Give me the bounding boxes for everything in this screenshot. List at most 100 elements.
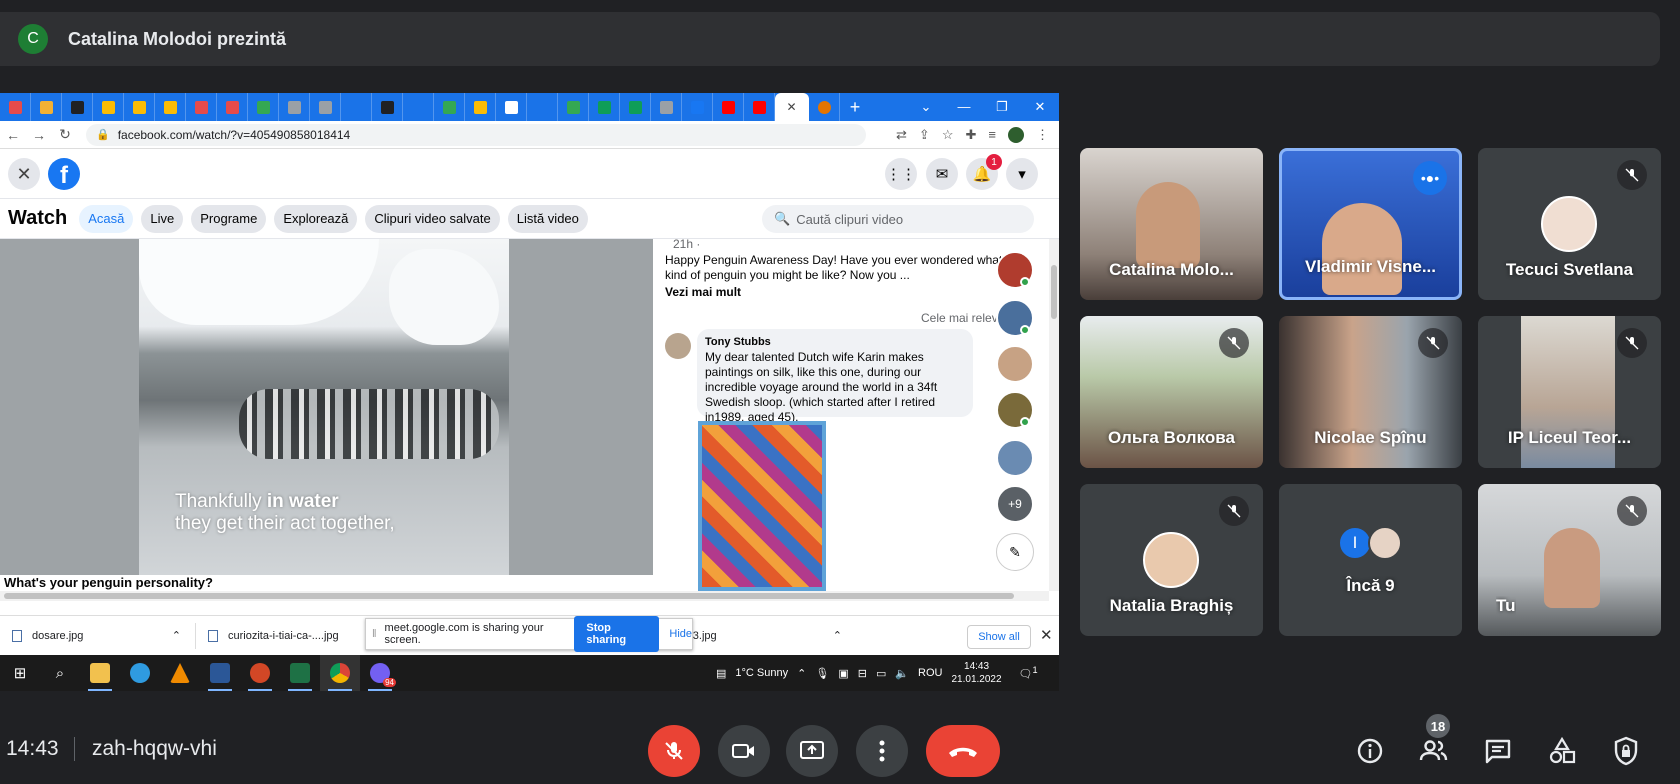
present-screen-button[interactable] bbox=[786, 725, 838, 777]
account-dropdown-icon[interactable]: ▾ bbox=[1006, 158, 1038, 190]
participant-tile[interactable]: Natalia Braghiș bbox=[1080, 484, 1263, 636]
meeting-details-button[interactable] bbox=[1352, 733, 1388, 769]
chat-button[interactable] bbox=[1480, 733, 1516, 769]
word-icon[interactable] bbox=[200, 655, 240, 691]
more-participants-tile[interactable]: I Încă 9 bbox=[1279, 484, 1462, 636]
participant-tile[interactable]: Nicolae Spînu bbox=[1279, 316, 1462, 468]
volume-icon[interactable]: 🔈 bbox=[895, 667, 909, 680]
more-options-button[interactable] bbox=[856, 725, 908, 777]
download-item[interactable]: curiozita-i-tiai-ca-....jpg bbox=[196, 622, 392, 649]
commenter-avatar[interactable] bbox=[665, 333, 691, 359]
media-icon[interactable]: ≡ bbox=[988, 127, 996, 143]
browser-tab[interactable] bbox=[186, 93, 217, 121]
network-icon[interactable]: ⊟ bbox=[858, 667, 867, 680]
vlc-icon[interactable] bbox=[160, 655, 200, 691]
bookmark-star-icon[interactable]: ☆ bbox=[942, 127, 954, 143]
video-search-input[interactable]: 🔍 Caută clipuri video bbox=[762, 205, 1034, 233]
leave-call-button[interactable] bbox=[926, 725, 1000, 777]
powerpoint-icon[interactable] bbox=[240, 655, 280, 691]
host-controls-button[interactable] bbox=[1608, 733, 1644, 769]
url-field[interactable]: 🔒 facebook.com/watch/?v=405490858018414 bbox=[86, 123, 866, 146]
forward-icon[interactable]: → bbox=[26, 127, 52, 143]
more-contacts[interactable]: +9 bbox=[996, 485, 1034, 523]
tab-search-icon[interactable]: ⌄ bbox=[907, 93, 945, 121]
language-indicator[interactable]: ROU bbox=[918, 667, 942, 679]
chrome-icon[interactable] bbox=[320, 655, 360, 691]
share-icon[interactable]: ⇪ bbox=[919, 127, 930, 143]
contact-avatar[interactable] bbox=[996, 439, 1034, 477]
browser-tab[interactable] bbox=[651, 93, 682, 121]
mic-toggle-button[interactable] bbox=[648, 725, 700, 777]
browser-tab[interactable] bbox=[465, 93, 496, 121]
file-explorer-icon[interactable] bbox=[80, 655, 120, 691]
taskbar-clock[interactable]: 14:43 21.01.2022 bbox=[952, 660, 1002, 686]
browser-tab[interactable] bbox=[31, 93, 62, 121]
nav-live[interactable]: Live bbox=[141, 204, 184, 233]
notification-center-icon[interactable]: 🗨1 bbox=[1019, 665, 1038, 681]
tab-meet[interactable] bbox=[809, 93, 840, 121]
stop-sharing-button[interactable]: Stop sharing bbox=[574, 616, 660, 652]
browser-tab[interactable] bbox=[434, 93, 465, 121]
viber-icon[interactable]: 94 bbox=[360, 655, 400, 691]
browser-tab[interactable] bbox=[713, 93, 744, 121]
weather-text[interactable]: 1°C Sunny bbox=[735, 667, 788, 679]
browser-tab[interactable] bbox=[93, 93, 124, 121]
activities-button[interactable] bbox=[1544, 733, 1580, 769]
nav-video-list[interactable]: Listă video bbox=[507, 204, 588, 233]
browser-tab[interactable] bbox=[589, 93, 620, 121]
participant-tile[interactable]: Ольга Волкова bbox=[1080, 316, 1263, 468]
messenger-icon[interactable]: ✉ bbox=[926, 158, 958, 190]
edge-icon[interactable] bbox=[120, 655, 160, 691]
participant-tile[interactable]: Catalina Molo... bbox=[1080, 148, 1263, 300]
menu-grid-icon[interactable]: ⋮⋮ bbox=[885, 158, 917, 190]
profile-avatar-icon[interactable] bbox=[1007, 126, 1024, 143]
nav-explore[interactable]: Explorează bbox=[274, 204, 358, 233]
participant-tile-speaking[interactable]: •●• Vladimir Visne... bbox=[1279, 148, 1462, 300]
windows-start-icon[interactable]: ⊞ bbox=[0, 655, 40, 691]
close-window-icon[interactable]: ✕ bbox=[1021, 93, 1059, 121]
browser-tab[interactable] bbox=[310, 93, 341, 121]
camera-icon[interactable]: ▣ bbox=[838, 667, 848, 680]
back-icon[interactable]: ← bbox=[0, 127, 26, 143]
chevron-up-icon[interactable]: ⌃ bbox=[833, 629, 842, 642]
new-tab-button[interactable]: + bbox=[840, 97, 870, 118]
horizontal-scrollbar[interactable] bbox=[0, 591, 1049, 601]
contact-avatar[interactable] bbox=[996, 345, 1034, 383]
microphone-icon[interactable]: 🎙 bbox=[815, 667, 829, 680]
contact-avatar[interactable] bbox=[996, 299, 1034, 337]
contact-avatar[interactable] bbox=[996, 391, 1034, 429]
chevron-up-icon[interactable]: ⌃ bbox=[172, 629, 181, 642]
browser-tab[interactable] bbox=[0, 93, 31, 121]
browser-tab[interactable] bbox=[155, 93, 186, 121]
commenter-name[interactable]: Tony Stubbs bbox=[705, 335, 965, 350]
excel-icon[interactable] bbox=[280, 655, 320, 691]
browser-tab[interactable] bbox=[682, 93, 713, 121]
tab-list[interactable] bbox=[0, 93, 775, 121]
tray-chevron-icon[interactable]: ⌃ bbox=[797, 667, 806, 680]
browser-tab[interactable] bbox=[496, 93, 527, 121]
nav-shows[interactable]: Programe bbox=[191, 204, 267, 233]
browser-tab[interactable] bbox=[527, 93, 558, 121]
extensions-puzzle-icon[interactable]: ✚ bbox=[965, 127, 976, 143]
browser-tab[interactable] bbox=[372, 93, 403, 121]
active-tab[interactable]: ✕ bbox=[775, 93, 809, 121]
download-item[interactable]: dosare.jpg ⌃ bbox=[0, 622, 196, 649]
browser-tab[interactable] bbox=[279, 93, 310, 121]
browser-tab[interactable] bbox=[217, 93, 248, 121]
contact-avatar[interactable] bbox=[996, 251, 1034, 289]
browser-tab[interactable] bbox=[744, 93, 775, 121]
nav-home[interactable]: Acasă bbox=[79, 204, 134, 233]
battery-icon[interactable]: ▭ bbox=[876, 667, 886, 680]
notifications-bell-icon[interactable]: 🔔 1 bbox=[966, 154, 1002, 190]
video-player[interactable]: Thankfully in water they get their act t… bbox=[0, 239, 653, 575]
reload-icon[interactable]: ↻ bbox=[52, 126, 78, 143]
browser-tab[interactable] bbox=[558, 93, 589, 121]
self-tile[interactable]: Tu bbox=[1478, 484, 1661, 636]
drag-handle-icon[interactable]: ‖ bbox=[372, 628, 377, 640]
participant-tile[interactable]: Tecuci Svetlana bbox=[1478, 148, 1661, 300]
nav-saved-videos[interactable]: Clipuri video salvate bbox=[365, 204, 500, 233]
participant-tile[interactable]: IP Liceul Teor... bbox=[1478, 316, 1661, 468]
new-message-icon[interactable]: ✎ bbox=[996, 533, 1034, 571]
browser-tab[interactable] bbox=[248, 93, 279, 121]
close-video-button[interactable]: ✕ bbox=[8, 158, 40, 190]
